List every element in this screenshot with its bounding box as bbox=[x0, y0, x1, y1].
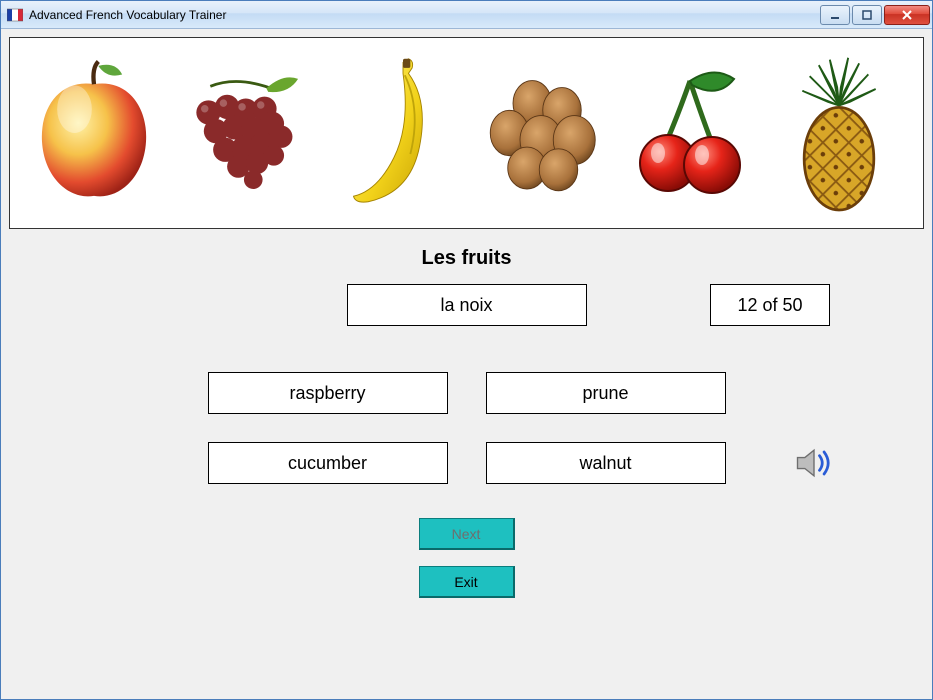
titlebar: Advanced French Vocabulary Trainer bbox=[1, 1, 932, 29]
answer-option-3[interactable]: cucumber bbox=[208, 442, 448, 484]
answer-option-1[interactable]: raspberry bbox=[208, 372, 448, 414]
grapes-image bbox=[173, 48, 313, 218]
close-button[interactable] bbox=[884, 5, 930, 25]
exit-button[interactable]: Exit bbox=[419, 566, 515, 598]
apple-image bbox=[24, 48, 164, 218]
window-title: Advanced French Vocabulary Trainer bbox=[29, 8, 820, 22]
play-audio-button[interactable] bbox=[792, 441, 836, 485]
prompt-word-box: la noix bbox=[347, 284, 587, 326]
answer-option-2[interactable]: prune bbox=[486, 372, 726, 414]
cherries-image bbox=[620, 48, 760, 218]
banana-image bbox=[322, 48, 462, 218]
pineapple-image bbox=[769, 48, 909, 218]
progress-counter: 12 of 50 bbox=[710, 284, 830, 326]
image-strip bbox=[9, 37, 924, 229]
prompt-row: la noix 12 of 50 bbox=[9, 282, 924, 328]
answer-option-4[interactable]: walnut bbox=[486, 442, 726, 484]
next-button[interactable]: Next bbox=[419, 518, 515, 550]
maximize-button[interactable] bbox=[852, 5, 882, 25]
main-content: Les fruits la noix 12 of 50 raspberry pr… bbox=[1, 29, 932, 699]
category-title: Les fruits bbox=[9, 247, 924, 270]
minimize-button[interactable] bbox=[820, 5, 850, 25]
answer-grid: raspberry prune cucumber walnut bbox=[9, 372, 924, 484]
french-flag-icon bbox=[7, 7, 23, 23]
window-controls bbox=[820, 5, 930, 25]
bottom-buttons: Next Exit bbox=[9, 518, 924, 598]
app-window: Advanced French Vocabulary Trainer bbox=[0, 0, 933, 700]
walnuts-image bbox=[471, 48, 611, 218]
